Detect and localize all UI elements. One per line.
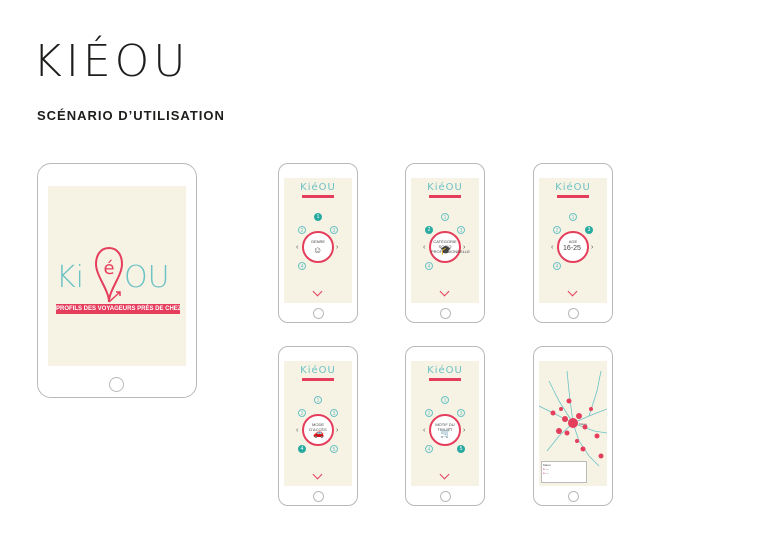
option-dot[interactable]: 1 [314, 396, 322, 404]
option-dot[interactable]: 1 [441, 396, 449, 404]
home-button[interactable] [440, 491, 451, 502]
selection-screen[interactable]: KiéOU 1 2 3 4 CATÉGORIE SOCIO PROFESSIONNELLE… [411, 178, 479, 303]
selection-screen[interactable]: KiéOU 1 2 3 4 GENRE ☺ ‹ › [284, 178, 352, 303]
mini-logo: KiéOU [300, 365, 336, 387]
tablet-step: KiéOU 1 2 3 4 AGE 16-25 ‹ › [533, 163, 613, 323]
next-arrow-icon[interactable]: › [336, 244, 338, 251]
page-subtitle: SCÉNARIO D’UTILISATION [37, 108, 225, 123]
home-button[interactable] [313, 491, 324, 502]
traveler-markers [550, 398, 604, 459]
next-arrow-icon[interactable]: › [463, 244, 465, 251]
logo-left-text: Ki [56, 260, 85, 295]
option-dot[interactable]: 2 [553, 226, 561, 234]
face-icon: ☺ [313, 245, 323, 255]
mini-logo-band [429, 378, 461, 381]
selector-wheel[interactable]: CATÉGORIE SOCIO PROFESSIONNELLE 🎓 [429, 231, 470, 263]
graduation-cap-icon: 🎓 [440, 245, 452, 255]
option-dot[interactable]: 2 [298, 226, 306, 234]
prev-arrow-icon[interactable]: ‹ [551, 244, 553, 251]
option-dot[interactable]: 4 [425, 262, 433, 270]
mini-logo-band [429, 195, 461, 198]
tablet-map: Kiéou Kiéou ● — ● — [533, 346, 613, 506]
home-button[interactable] [109, 377, 124, 392]
option-dot[interactable]: 4 [425, 445, 433, 453]
legend-item: ● — [543, 471, 549, 475]
svg-text:é: é [103, 258, 114, 279]
prev-arrow-icon[interactable]: ‹ [423, 427, 425, 434]
tablet-step: KiéOU 1 2 3 4 5 MODE D'ACCÈS 🚗 ‹ › [278, 346, 358, 506]
age-icon: 16-25 [563, 245, 581, 252]
mini-logo-text: KiéOU [555, 182, 591, 193]
selector-wheel[interactable]: MODE D'ACCÈS 🚗 [302, 414, 334, 446]
brand-title: KIÉOU [33, 36, 190, 87]
map-label: Kiéou [579, 422, 587, 426]
mini-logo-band [302, 378, 334, 381]
mini-logo-band [302, 195, 334, 198]
home-button[interactable] [568, 308, 579, 319]
selector-wheel[interactable]: GENRE ☺ [302, 231, 334, 263]
option-dot[interactable]: 4 [298, 262, 306, 270]
mini-logo: KiéOU [555, 182, 591, 204]
option-dot[interactable]: 3 [457, 409, 465, 417]
option-dot[interactable]: 2 [298, 409, 306, 417]
logo-right-text: OU [124, 260, 170, 295]
mini-logo-text: KiéOU [300, 182, 336, 193]
car-icon: 🚗 [313, 428, 325, 438]
mini-logo-band [557, 195, 589, 198]
option-dot[interactable]: 1 [569, 213, 577, 221]
selection-screen[interactable]: KiéOU 1 2 3 4 5 MOTIF DU TRAJET 🛒 ‹ › [411, 361, 479, 486]
mini-logo-text: KiéOU [427, 182, 463, 193]
tablet-splash: Ki é OU PROFILS DES VOYAGEURS PRÈS DE CH… [37, 163, 197, 398]
chevron-down-icon[interactable] [567, 286, 578, 297]
tablet-step: KiéOU 1 2 3 4 CATÉGORIE SOCIO PROFESSIONNELLE… [405, 163, 485, 323]
splash-screen[interactable]: Ki é OU PROFILS DES VOYAGEURS PRÈS DE CH… [48, 186, 186, 366]
selection-screen[interactable]: KiéOU 1 2 3 4 AGE 16-25 ‹ › [539, 178, 607, 303]
mini-logo: KiéOU [300, 182, 336, 204]
next-arrow-icon[interactable]: › [463, 427, 465, 434]
selector-label: GENRE [310, 239, 326, 244]
tablet-step: KiéOU 1 2 3 4 GENRE ☺ ‹ › [278, 163, 358, 323]
chevron-down-icon[interactable] [312, 286, 323, 297]
option-dot[interactable]: 2 [425, 226, 433, 234]
prev-arrow-icon[interactable]: ‹ [423, 244, 425, 251]
chevron-down-icon[interactable] [439, 286, 450, 297]
selector-wheel[interactable]: MOTIF DU TRAJET 🛒 [429, 414, 461, 446]
mini-logo: KiéOU [427, 365, 463, 387]
option-dot[interactable]: 4 [553, 262, 561, 270]
location-pin-icon: é [94, 246, 124, 303]
mini-logo-text: KiéOU [300, 365, 336, 376]
map-screen[interactable]: Kiéou Kiéou ● — ● — [539, 361, 607, 486]
home-button[interactable] [568, 491, 579, 502]
option-dot[interactable]: 3 [585, 226, 593, 234]
option-dot[interactable]: 3 [330, 409, 338, 417]
option-dot[interactable]: 1 [314, 213, 322, 221]
option-dot[interactable]: 4 [298, 445, 306, 453]
next-arrow-icon[interactable]: › [591, 244, 593, 251]
option-dot[interactable]: 2 [425, 409, 433, 417]
home-button[interactable] [313, 308, 324, 319]
map-legend: Kiéou ● — ● — [541, 461, 587, 483]
prev-arrow-icon[interactable]: ‹ [296, 427, 298, 434]
cart-icon: 🛒 [440, 428, 452, 438]
option-dot[interactable]: 5 [457, 445, 465, 453]
tablet-step: KiéOU 1 2 3 4 5 MOTIF DU TRAJET 🛒 ‹ › [405, 346, 485, 506]
mini-logo-text: KiéOU [427, 365, 463, 376]
mini-logo: KiéOU [427, 182, 463, 204]
option-dot[interactable]: 3 [457, 226, 465, 234]
option-dot[interactable]: 1 [441, 213, 449, 221]
home-button[interactable] [440, 308, 451, 319]
chevron-down-icon[interactable] [439, 469, 450, 480]
logo-tagline: PROFILS DES VOYAGEURS PRÈS DE CHEZ VOUS [56, 304, 180, 314]
option-dot[interactable]: 3 [330, 226, 338, 234]
prev-arrow-icon[interactable]: ‹ [296, 244, 298, 251]
selector-label: AGE [568, 239, 578, 244]
option-dot[interactable]: 5 [330, 445, 338, 453]
selector-wheel[interactable]: AGE 16-25 [557, 231, 589, 263]
kieou-logo: Ki é OU PROFILS DES VOYAGEURS PRÈS DE CH… [50, 238, 186, 318]
next-arrow-icon[interactable]: › [336, 427, 338, 434]
chevron-down-icon[interactable] [312, 469, 323, 480]
selection-screen[interactable]: KiéOU 1 2 3 4 5 MODE D'ACCÈS 🚗 ‹ › [284, 361, 352, 486]
